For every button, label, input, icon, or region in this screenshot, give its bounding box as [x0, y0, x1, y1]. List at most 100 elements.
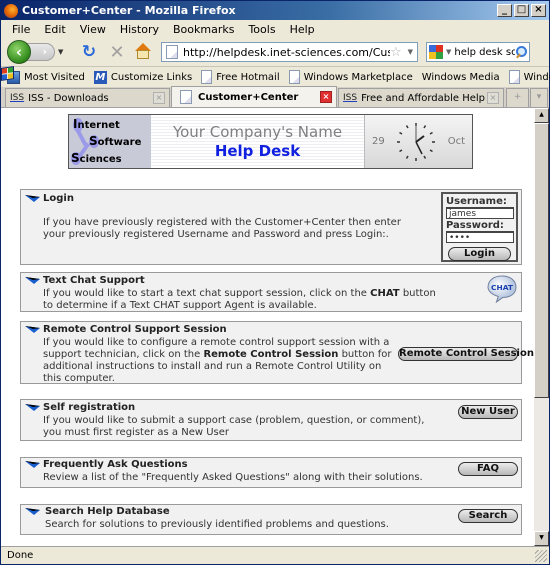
bookmark-star-icon[interactable]: ☆: [390, 45, 402, 60]
faq-section: Frequently Ask Questions Review a list o…: [20, 457, 522, 488]
bookmarks-toolbar: Most Visited M Customize Links Free Hotma…: [1, 66, 550, 87]
navigation-toolbar: ‹ › ▼ ↻ ✕ http://helpdesk.inet-sciences.…: [1, 38, 549, 66]
windows-logo-icon: [1, 66, 14, 81]
search-button[interactable]: Search: [458, 509, 518, 523]
menu-view[interactable]: View: [73, 23, 113, 36]
status-text: Done: [7, 550, 34, 561]
iss-favicon-icon: ISS: [10, 93, 25, 103]
tab-iss-downloads[interactable]: ISS ISS - Downloads ×: [5, 88, 170, 107]
scroll-up-icon[interactable]: ▲: [534, 108, 549, 123]
help-desk-title: Help Desk: [214, 142, 301, 160]
back-button[interactable]: ‹: [7, 40, 31, 64]
minimize-button[interactable]: _: [497, 4, 512, 17]
svg-text:CHAT: CHAT: [491, 283, 514, 292]
tab-free-help-desk[interactable]: ISS Free and Affordable Help Desk S... ×: [338, 88, 504, 107]
google-icon[interactable]: [429, 45, 443, 59]
tab-customer-center[interactable]: Customer+Center ×: [171, 86, 337, 107]
section-title: Login: [43, 193, 74, 204]
reload-button[interactable]: ↻: [79, 42, 99, 62]
bookmark-most-visited[interactable]: Most Visited: [7, 70, 85, 84]
bookmark-windows-media[interactable]: Windows Media: [1, 66, 500, 83]
chat-button[interactable]: CHAT: [486, 275, 518, 303]
date-day: 29: [372, 136, 385, 147]
section-description: If you would like to configure a remote …: [43, 337, 392, 384]
firefox-icon: [4, 3, 18, 18]
page-content: Internet Software Sciences Your Company'…: [1, 108, 534, 546]
login-section: Login If you have previously registered …: [20, 189, 522, 265]
search-help-section: Search Help Database Search for solution…: [20, 504, 522, 535]
menu-help[interactable]: Help: [283, 23, 322, 36]
remote-control-section: Remote Control Support Session If you wo…: [20, 321, 534, 384]
search-input[interactable]: help desk softw: [454, 47, 515, 58]
section-description: Review a list of the "Frequently Asked Q…: [43, 472, 423, 483]
password-label: Password:: [446, 220, 504, 231]
resize-grip-icon[interactable]: [535, 550, 547, 562]
menu-bookmarks[interactable]: Bookmarks: [166, 23, 241, 36]
page-icon: [288, 70, 300, 84]
remote-control-session-button[interactable]: Remote Control Session: [398, 347, 534, 361]
login-form: Username: james Password: •••• Login: [441, 192, 518, 262]
search-bar[interactable]: ▼ help desk softw: [426, 42, 530, 62]
window-title: Customer+Center - Mozilla Firefox: [22, 4, 236, 17]
login-button[interactable]: Login: [448, 247, 511, 261]
scroll-down-icon[interactable]: ▼: [534, 531, 549, 546]
section-arrow-icon: [25, 461, 40, 468]
date-clock: 29 Oct: [364, 115, 472, 168]
tab-close-icon[interactable]: ×: [487, 92, 499, 104]
password-input[interactable]: ••••: [446, 231, 514, 243]
page-icon: [508, 70, 520, 84]
menu-edit[interactable]: Edit: [37, 23, 72, 36]
site-identity-icon[interactable]: [166, 45, 178, 59]
section-title: Remote Control Support Session: [43, 324, 227, 335]
bookmark-customize-links[interactable]: M Customize Links: [93, 70, 192, 84]
home-button[interactable]: [133, 43, 153, 61]
browser-window: Customer+Center - Mozilla Firefox _ □ × …: [0, 0, 550, 565]
tab-list-dropdown-icon[interactable]: ▾: [530, 88, 548, 107]
new-user-button[interactable]: New User: [458, 405, 518, 419]
chat-section: Text Chat Support If you would like to s…: [20, 272, 522, 312]
maximize-button[interactable]: □: [514, 4, 529, 17]
bookmark-free-hotmail[interactable]: Free Hotmail: [201, 70, 280, 84]
search-icon[interactable]: [515, 46, 527, 58]
section-arrow-icon: [25, 277, 40, 284]
tab-close-icon[interactable]: ×: [153, 92, 165, 104]
vertical-scrollbar[interactable]: ▲ ▼: [534, 108, 549, 546]
search-engine-dropdown-icon[interactable]: ▼: [446, 48, 451, 56]
bookmark-windows[interactable]: Windows: [508, 70, 550, 84]
section-title: Text Chat Support: [43, 275, 145, 286]
address-bar[interactable]: http://helpdesk.inet-sciences.com/Custom…: [161, 42, 418, 62]
title-bar: Customer+Center - Mozilla Firefox _ □ ×: [1, 1, 549, 20]
page-icon: [201, 70, 213, 84]
status-bar: Done: [1, 546, 549, 564]
menu-bar: File Edit View History Bookmarks Tools H…: [1, 20, 549, 38]
tab-close-icon[interactable]: ×: [320, 91, 332, 103]
stop-button[interactable]: ✕: [107, 42, 127, 63]
section-arrow-icon: [25, 195, 40, 202]
section-description: Search for solutions to previously ident…: [45, 519, 389, 530]
menu-history[interactable]: History: [113, 23, 166, 36]
menu-tools[interactable]: Tools: [241, 23, 282, 36]
iss-logo: Internet Software Sciences: [69, 115, 151, 168]
tab-strip: ISS ISS - Downloads × Customer+Center × …: [1, 86, 549, 108]
self-registration-section: Self registration If you would like to s…: [20, 399, 522, 441]
url-input[interactable]: http://helpdesk.inet-sciences.com/Custom…: [183, 46, 390, 59]
url-dropdown-icon[interactable]: ▼: [408, 48, 413, 56]
bookmark-windows-marketplace[interactable]: Windows Marketplace: [288, 70, 413, 84]
section-title: Self registration: [43, 402, 136, 413]
section-description: If you would like to start a text chat s…: [43, 288, 436, 311]
page-favicon-icon: [180, 90, 192, 104]
menu-file[interactable]: File: [5, 23, 37, 36]
section-title: Search Help Database: [45, 506, 170, 517]
scrollbar-thumb[interactable]: [534, 123, 549, 398]
section-arrow-icon: [25, 404, 40, 411]
username-input[interactable]: james: [446, 207, 514, 219]
username-label: Username:: [446, 196, 507, 207]
section-arrow-icon: [25, 326, 40, 333]
customize-links-icon: M: [93, 70, 107, 84]
iss-favicon-icon: ISS: [343, 93, 358, 103]
history-dropdown-icon[interactable]: ▼: [58, 48, 63, 56]
new-tab-icon[interactable]: +: [506, 88, 529, 107]
faq-button[interactable]: FAQ: [458, 462, 518, 476]
section-arrow-icon: [25, 508, 40, 515]
close-button[interactable]: ×: [531, 4, 546, 17]
